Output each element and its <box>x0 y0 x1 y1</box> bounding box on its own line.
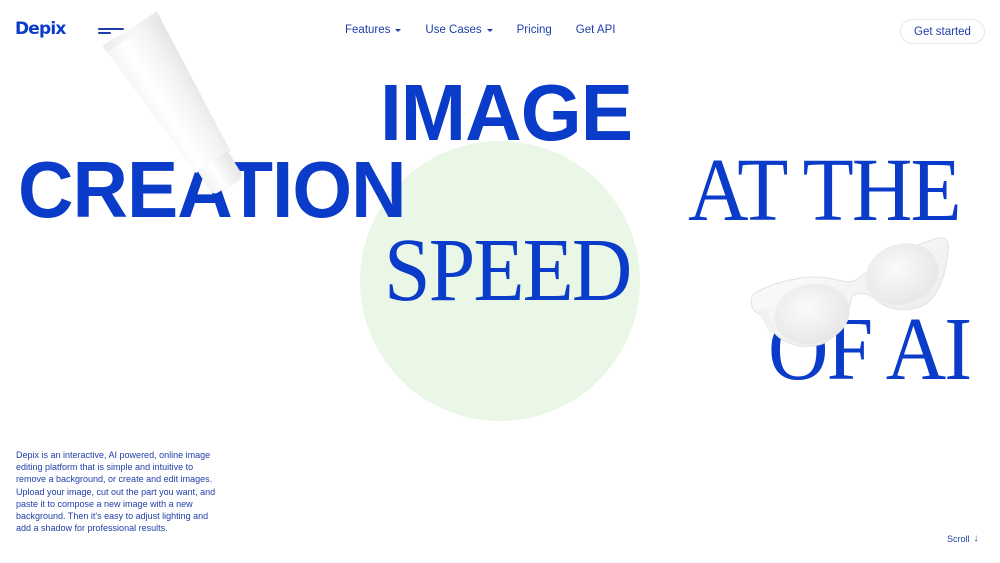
caret-down-icon <box>395 28 402 32</box>
arrow-down-icon: ↓ <box>973 533 979 544</box>
nav-label: Get API <box>575 24 616 36</box>
nav-label: Features <box>345 24 391 36</box>
nav-label: Pricing <box>516 24 552 36</box>
hamburger-line <box>98 28 124 30</box>
hero-word-at-the: AT THE <box>688 141 962 240</box>
hamburger-line <box>98 32 111 34</box>
sunglasses-image <box>750 237 949 347</box>
scroll-label: Scroll <box>947 534 970 544</box>
description-text: Depix is an interactive, AI powered, onl… <box>16 450 216 534</box>
nav-item-features[interactable]: Features <box>345 24 402 36</box>
caret-down-icon <box>486 28 493 32</box>
logo[interactable]: Depix <box>15 19 66 39</box>
get-started-button[interactable]: Get started <box>900 19 985 44</box>
nav-item-get-api[interactable]: Get API <box>576 24 616 36</box>
hero-word-image: IMAGE <box>380 68 633 157</box>
hero-word-speed: SPEED <box>384 221 632 320</box>
scroll-indicator[interactable]: Scroll ↓ <box>947 533 979 545</box>
nav-item-pricing[interactable]: Pricing <box>517 24 552 36</box>
main-nav: Features Use Cases Pricing Get API <box>345 24 615 36</box>
nav-label: Use Cases <box>425 24 482 36</box>
nav-item-use-cases[interactable]: Use Cases <box>425 24 493 36</box>
